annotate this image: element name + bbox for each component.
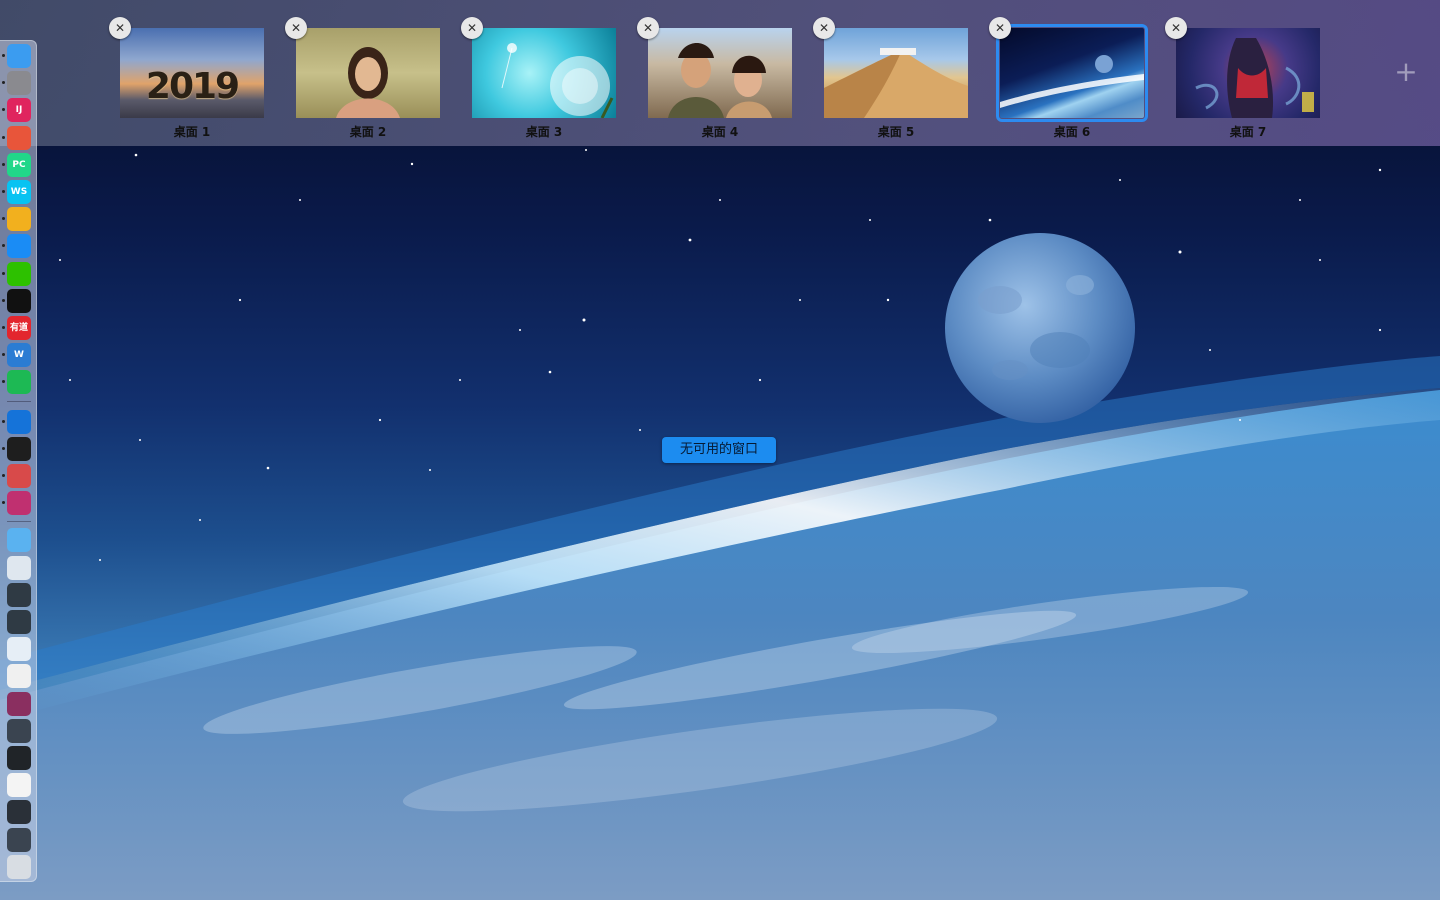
space-label: 桌面 5 [877, 125, 915, 139]
running-indicator [2, 244, 5, 248]
running-indicator [2, 419, 5, 423]
space-label: 桌面 2 [349, 125, 387, 139]
close-space-icon[interactable]: ✕ [285, 17, 307, 39]
running-indicator [2, 353, 5, 357]
minimized-window-icon[interactable] [7, 800, 31, 825]
mission-control-spaces-bar: 2019 ✕ 桌面 1 ✕ 桌面 2 ✕ 桌面 3 ✕ 桌面 4 ✕ 桌面 5 … [0, 0, 1440, 146]
minimized-window-icon[interactable] [7, 691, 31, 716]
space-label: 桌面 1 [173, 125, 211, 139]
couple-wallpaper-art [668, 43, 772, 118]
minimized-window-icon[interactable] [7, 773, 31, 798]
space-desktop-6-active[interactable]: ✕ 桌面 6 [989, 0, 1152, 146]
running-indicator [2, 298, 5, 302]
running-indicator [2, 190, 5, 193]
preview-icon[interactable] [7, 555, 31, 580]
minimized-window-icon[interactable] [7, 610, 31, 634]
portrait-wallpaper-art [336, 47, 400, 118]
dock-separator [7, 401, 31, 402]
space-desktop-7[interactable]: ✕ 桌面 7 [1165, 0, 1328, 146]
youdao-icon[interactable]: 有道 [7, 316, 31, 340]
space-thumbnail[interactable] [296, 28, 440, 118]
running-indicator [2, 54, 5, 57]
add-space-button[interactable]: + [1390, 56, 1422, 88]
webstorm-icon[interactable]: WS [7, 180, 31, 204]
running-indicator [2, 217, 5, 221]
terminal-icon[interactable] [7, 436, 31, 461]
space-thumbnail[interactable] [996, 24, 1148, 122]
running-indicator [2, 380, 5, 384]
running-indicator [2, 162, 5, 166]
desert-wallpaper-art [824, 48, 968, 118]
close-space-icon[interactable]: ✕ [461, 17, 483, 39]
running-indicator [2, 271, 5, 275]
app-window-icon[interactable] [7, 491, 31, 516]
space-label: 桌面 6 [1053, 125, 1091, 139]
app-window-icon[interactable] [7, 464, 31, 488]
space-thumbnail[interactable] [1176, 28, 1320, 118]
close-space-icon[interactable]: ✕ [109, 17, 131, 39]
minimized-window-icon[interactable] [7, 827, 31, 852]
fantasy-wallpaper-art [1195, 38, 1314, 118]
running-indicator [2, 326, 5, 329]
close-space-icon[interactable]: ✕ [637, 17, 659, 39]
space-desktop-5[interactable]: ✕ 桌面 5 [813, 0, 976, 146]
space-desktop-3[interactable]: ✕ 桌面 3 [461, 0, 624, 146]
close-space-icon[interactable]: ✕ [1165, 17, 1187, 39]
trash-icon[interactable] [7, 854, 31, 879]
space-desktop-4[interactable]: ✕ 桌面 4 [637, 0, 800, 146]
minimized-window-icon[interactable] [7, 664, 31, 689]
minimized-window-icon[interactable] [7, 746, 31, 770]
system-preferences-icon[interactable] [7, 71, 31, 96]
minimized-window-icon[interactable] [7, 582, 31, 607]
space-label: 桌面 7 [1229, 125, 1267, 139]
pycharm-icon[interactable]: PC [7, 152, 31, 177]
earth-moon-wallpaper-art [1000, 55, 1144, 108]
dock: IJ PC WS 有道 W [0, 40, 37, 882]
qq-icon[interactable] [7, 288, 31, 313]
wechat-icon[interactable] [7, 261, 31, 286]
space-thumbnail[interactable] [648, 28, 792, 118]
finder-icon[interactable] [7, 44, 31, 68]
space-desktop-2[interactable]: ✕ 桌面 2 [285, 0, 448, 146]
music-icon[interactable] [7, 370, 31, 395]
space-thumbnail[interactable] [824, 28, 968, 118]
word-icon[interactable]: W [7, 343, 31, 368]
running-indicator [2, 501, 5, 505]
dandelion-wallpaper-art [501, 43, 614, 118]
space-label: 桌面 4 [701, 125, 739, 139]
space-thumbnail[interactable]: 2019 [120, 28, 264, 118]
close-space-icon[interactable]: ✕ [813, 17, 835, 39]
chromium-icon[interactable] [7, 125, 31, 150]
running-indicator [2, 135, 5, 139]
space-desktop-1[interactable]: 2019 ✕ 桌面 1 [109, 0, 272, 146]
dock-separator [7, 521, 31, 522]
running-indicator [2, 446, 5, 450]
chrome-icon[interactable] [7, 207, 31, 232]
running-indicator [2, 81, 5, 85]
minimized-window-icon[interactable] [7, 637, 31, 662]
intellij-idea-icon[interactable]: IJ [7, 98, 31, 123]
xcode-icon[interactable] [7, 409, 31, 434]
minimized-window-icon[interactable] [7, 718, 31, 743]
applications-folder-icon[interactable] [7, 528, 31, 553]
running-indicator [2, 474, 5, 477]
thumbnail-year-text: 2019 [145, 66, 240, 107]
running-indicator [2, 108, 5, 112]
safari-icon[interactable] [7, 234, 31, 259]
close-space-icon[interactable]: ✕ [989, 17, 1011, 39]
space-label: 桌面 3 [525, 125, 563, 139]
no-available-windows-label: 无可用的窗口 [662, 437, 776, 463]
space-thumbnail[interactable] [472, 28, 616, 118]
